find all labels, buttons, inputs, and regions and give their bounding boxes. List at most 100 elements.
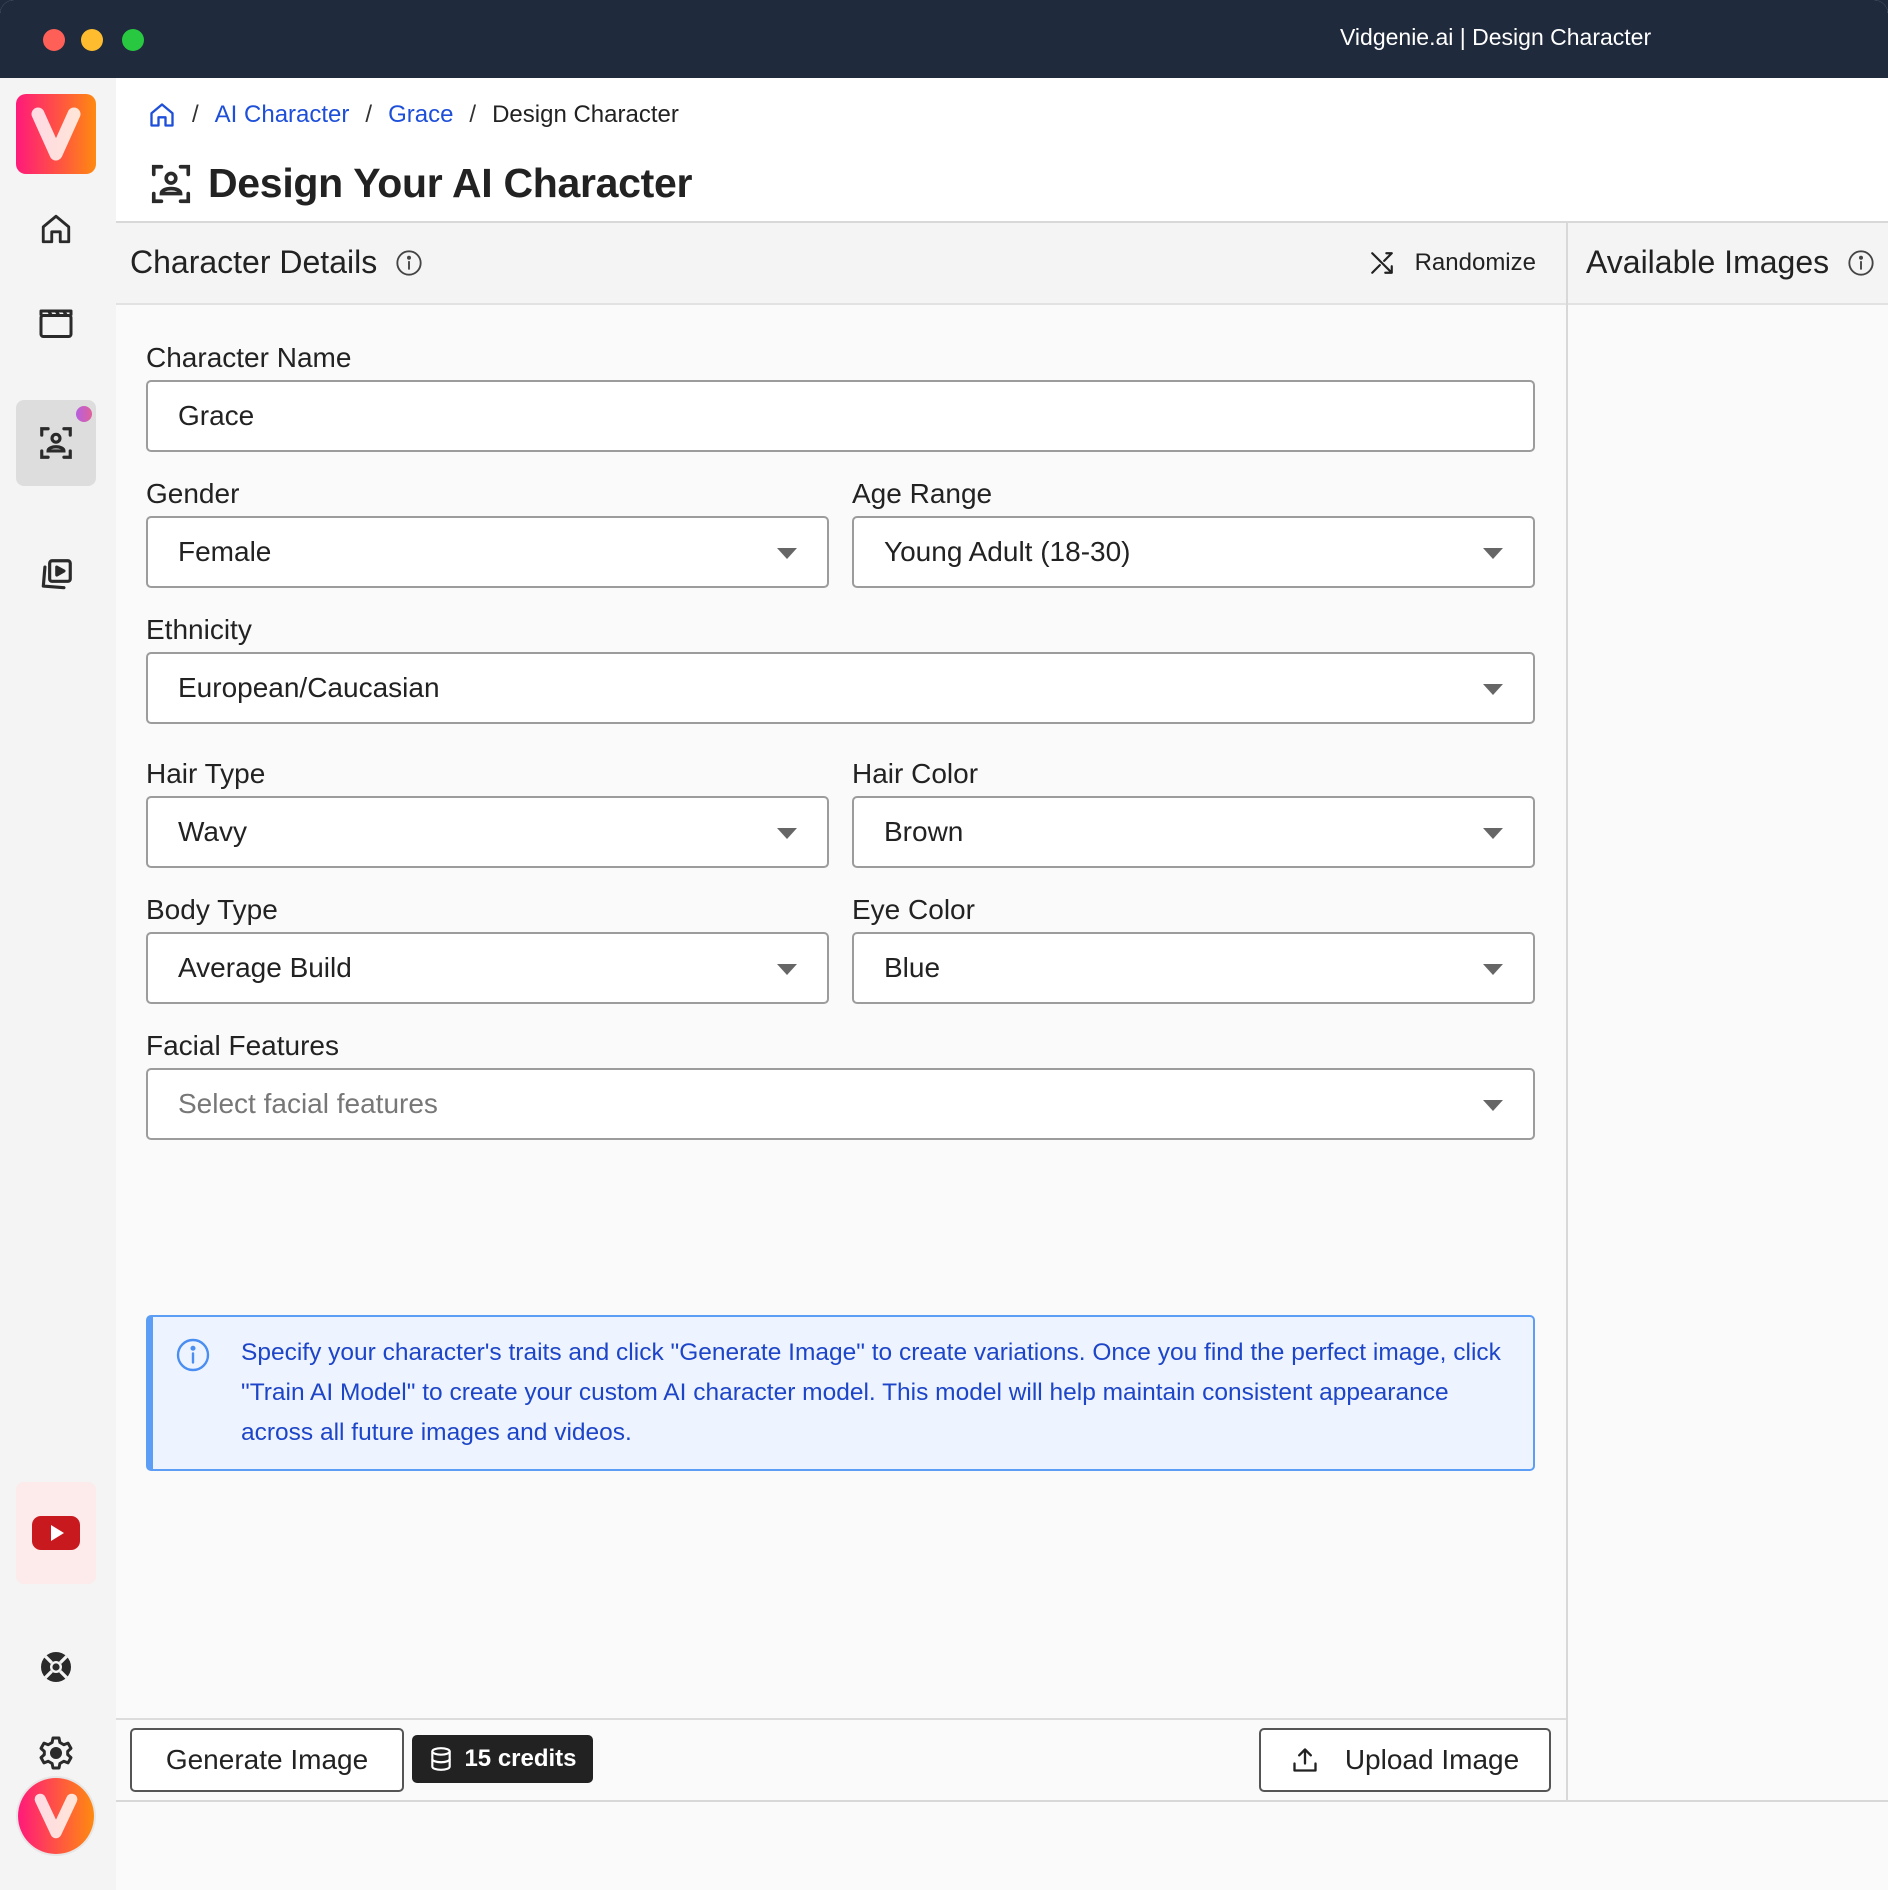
sidebar-item-help[interactable]: [16, 1624, 96, 1710]
gender-field: Gender Female: [146, 476, 829, 588]
hair-type-field: Hair Type Wavy: [146, 756, 829, 868]
facial-features-select[interactable]: Select facial features: [146, 1068, 1535, 1140]
facial-features-field: Facial Features Select facial features: [146, 1028, 1535, 1140]
breadcrumb-home-icon[interactable]: [148, 101, 176, 129]
character-name-input[interactable]: Grace: [146, 380, 1535, 452]
sidebar-item-youtube[interactable]: [16, 1482, 96, 1584]
minimize-window-button[interactable]: [81, 29, 103, 51]
vidgenie-logo-icon: [31, 107, 81, 161]
chevron-down-icon: [1483, 1100, 1503, 1111]
hair-color-value: Brown: [884, 816, 964, 847]
bottom-divider: [116, 1800, 1888, 1802]
page-header: / AI Character / Grace / Design Characte…: [116, 78, 1888, 223]
generate-image-button[interactable]: Generate Image: [130, 1728, 404, 1792]
character-name-label: Character Name: [146, 342, 352, 373]
upload-icon: [1293, 1748, 1317, 1772]
sidebar-item-videos[interactable]: [16, 280, 96, 366]
hair-type-label: Hair Type: [146, 758, 266, 789]
character-details-panel: Character Details Randomize Character Na…: [116, 223, 1568, 1800]
app-logo[interactable]: [16, 94, 96, 174]
chevron-down-icon: [777, 964, 797, 975]
chevron-down-icon: [777, 828, 797, 839]
ethnicity-field: Ethnicity European/Caucasian: [146, 612, 1535, 724]
lifebuoy-icon: [41, 1652, 71, 1682]
user-scan-icon: [40, 427, 72, 459]
main-content: / AI Character / Grace / Design Characte…: [116, 78, 1888, 1890]
eye-color-field: Eye Color Blue: [852, 892, 1535, 1004]
body-type-label: Body Type: [146, 894, 278, 925]
info-alert: Specify your character's traits and clic…: [146, 1315, 1535, 1471]
upload-image-label: Upload Image: [1344, 1744, 1520, 1775]
breadcrumb: / AI Character / Grace / Design Characte…: [148, 98, 679, 132]
facial-features-placeholder: Select facial features: [178, 1088, 438, 1119]
info-icon[interactable]: [1847, 249, 1875, 277]
chevron-down-icon: [1483, 548, 1503, 559]
user-scan-icon: [151, 164, 191, 203]
chevron-down-icon: [777, 548, 797, 559]
credits-label: 15 credits: [464, 1745, 577, 1772]
hair-type-select[interactable]: Wavy: [146, 796, 829, 868]
notification-dot: [76, 406, 92, 422]
database-icon: [431, 1747, 452, 1771]
clapperboard-icon: [39, 309, 73, 338]
eye-color-select[interactable]: Blue: [852, 932, 1535, 1004]
breadcrumb-grace[interactable]: Grace: [388, 101, 453, 129]
info-icon[interactable]: [395, 249, 423, 277]
ethnicity-value: European/Caucasian: [178, 672, 440, 703]
character-name-value: Grace: [178, 400, 255, 431]
home-icon: [41, 214, 71, 244]
sidebar: [0, 78, 116, 1890]
body-type-select[interactable]: Average Build: [146, 932, 829, 1004]
maximize-window-button[interactable]: [122, 29, 144, 51]
available-images-panel: Available Images: [1568, 223, 1888, 1800]
age-range-field: Age Range Young Adult (18-30): [852, 476, 1535, 588]
randomize-button[interactable]: Randomize: [1369, 245, 1536, 281]
body-type-field: Body Type Average Build: [146, 892, 829, 1004]
hair-color-select[interactable]: Brown: [852, 796, 1535, 868]
chevron-down-icon: [1483, 684, 1503, 695]
character-details-title: Character Details: [130, 244, 378, 280]
chevron-down-icon: [1483, 964, 1503, 975]
gender-select[interactable]: Female: [146, 516, 829, 588]
sidebar-item-home[interactable]: [16, 186, 96, 272]
hair-type-value: Wavy: [178, 816, 247, 847]
eye-color-value: Blue: [884, 952, 941, 983]
facial-features-label: Facial Features: [146, 1030, 339, 1061]
sidebar-item-media-library[interactable]: [16, 532, 96, 618]
chevron-down-icon: [1483, 828, 1503, 839]
title-bar: Vidgenie.ai | Design Character: [0, 0, 1888, 78]
user-avatar[interactable]: [18, 1778, 94, 1854]
ethnicity-label: Ethnicity: [146, 614, 252, 645]
play-stack-icon: [41, 559, 72, 590]
app-window: Vidgenie.ai | Design Character / AI Char…: [0, 0, 1888, 1890]
age-range-select[interactable]: Young Adult (18-30): [852, 516, 1535, 588]
hair-color-field: Hair Color Brown: [852, 756, 1535, 868]
page-title: Design Your AI Character: [148, 160, 692, 207]
randomize-label: Randomize: [1414, 249, 1536, 276]
eye-color-label: Eye Color: [852, 894, 975, 925]
character-details-header: Character Details Randomize: [116, 223, 1566, 305]
youtube-icon: [32, 1516, 80, 1550]
page-title-text: Design Your AI Character: [208, 160, 693, 206]
body-type-value: Average Build: [178, 952, 352, 983]
character-name-field: Character Name Grace: [146, 340, 1535, 452]
gender-label: Gender: [146, 478, 240, 509]
close-window-button[interactable]: [43, 29, 65, 51]
age-range-value: Young Adult (18-30): [884, 536, 1131, 567]
vidgenie-avatar-icon: [34, 1793, 78, 1839]
ethnicity-select[interactable]: European/Caucasian: [146, 652, 1535, 724]
window-title: Vidgenie.ai | Design Character: [1340, 24, 1652, 50]
shuffle-icon: [1370, 252, 1393, 274]
breadcrumb-current: Design Character: [492, 101, 679, 128]
sidebar-item-ai-character[interactable]: [16, 400, 96, 486]
upload-image-button[interactable]: Upload Image: [1259, 1728, 1551, 1792]
age-range-label: Age Range: [852, 478, 993, 509]
breadcrumb-separator: /: [192, 101, 199, 128]
gear-icon: [39, 1736, 73, 1770]
available-images-header: Available Images: [1568, 223, 1888, 305]
gender-value: Female: [178, 536, 272, 567]
available-images-title: Available Images: [1586, 244, 1830, 280]
info-message: Specify your character's traits and clic…: [241, 1339, 1501, 1446]
breadcrumb-separator: /: [365, 101, 373, 128]
breadcrumb-ai-character[interactable]: AI Character: [215, 101, 350, 129]
